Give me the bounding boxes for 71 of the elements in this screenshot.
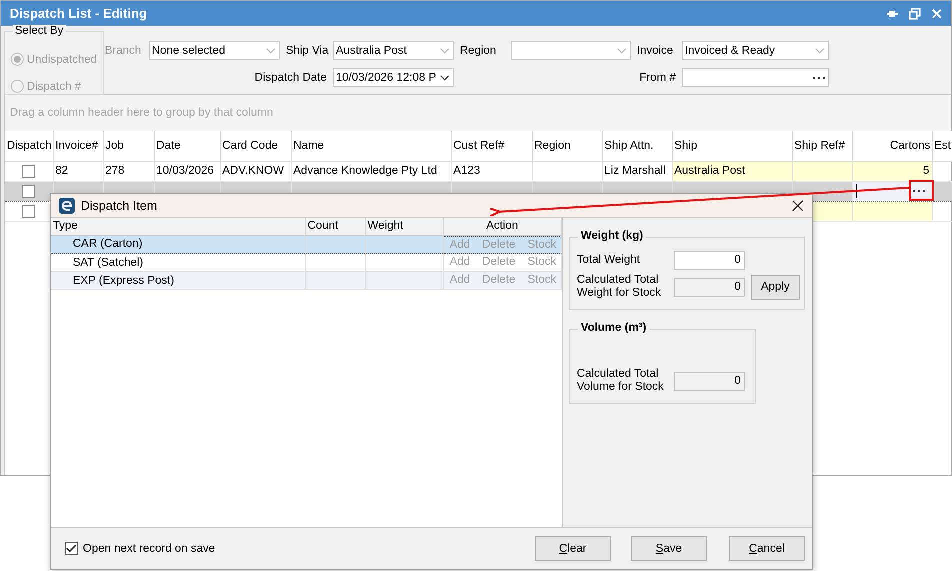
radio-label: Undispatched — [27, 54, 98, 66]
column-header[interactable]: Weight — [365, 218, 444, 235]
table-cell: ADV.KNOW — [220, 161, 291, 181]
dialog-button[interactable]: Clear — [535, 536, 611, 561]
field-label: Calculated Total Volume for Stock — [577, 368, 665, 394]
number-field[interactable]: 0 — [674, 278, 745, 296]
group-by-hint: Drag a column header here to group by that column — [10, 107, 274, 119]
column-header[interactable]: Date — [154, 131, 220, 161]
column-header[interactable]: Action — [443, 218, 562, 235]
column-header[interactable]: Invoice# — [53, 131, 103, 161]
dropdown-field[interactable] — [511, 41, 631, 60]
field-label: Invoice — [636, 44, 674, 56]
table-cell: 82 — [53, 161, 103, 181]
column-header[interactable]: Cust Ref# — [451, 131, 532, 161]
item-type: CAR (Carton) — [73, 238, 143, 250]
item-type: EXP (Express Post) — [73, 274, 174, 286]
group-title: Weight (kg) — [578, 230, 646, 242]
column-header[interactable]: Ship — [672, 131, 792, 161]
checkbox[interactable] — [22, 204, 36, 218]
column-header[interactable]: Type — [51, 218, 306, 235]
dialog-button[interactable]: Save — [631, 536, 707, 561]
column-header[interactable]: Region — [532, 131, 602, 161]
radio-label: Dispatch # — [27, 80, 82, 92]
column-header[interactable]: Ship Ref# — [792, 131, 852, 161]
grid-row[interactable]: 82 278 10/03/2026 ADV.KNOW Advance Knowledge Pty Ltd A123 Liz Marshall Australia Post 5 — [5, 161, 952, 181]
field-label: Region — [459, 44, 498, 56]
column-header[interactable]: Cartons — [852, 131, 932, 161]
column-header[interactable]: Name — [291, 131, 451, 161]
field-label: Dispatch Date — [254, 72, 328, 84]
window-title: Dispatch List - Editing — [10, 6, 148, 21]
field-label: Calculated Total Weight for Stock — [577, 274, 662, 300]
table-cell: 10/03/2026 — [154, 161, 220, 181]
field-label: Branch — [105, 44, 142, 56]
number-field[interactable]: 0 — [674, 251, 745, 270]
column-header[interactable]: Job — [103, 131, 154, 161]
dropdown-field[interactable]: Invoiced & Ready — [682, 41, 829, 60]
column-header[interactable]: Card Code — [220, 131, 291, 161]
table-cell: Advance Knowledge Pty Ltd — [291, 161, 451, 181]
field-label: Total Weight — [577, 254, 642, 267]
dropdown-field[interactable]: 10/03/2026 12:08 P — [333, 68, 454, 87]
ellipsis-icon[interactable] — [912, 189, 924, 193]
field-label: From # — [638, 72, 677, 84]
dialog-title: Dispatch Item — [81, 198, 158, 212]
column-header[interactable]: Dispatch — [5, 131, 53, 161]
dropdown-field[interactable]: Australia Post — [333, 41, 454, 60]
table-cell: 5 — [852, 161, 932, 181]
item-type: SAT (Satchel) — [73, 256, 144, 268]
checkbox[interactable] — [65, 542, 78, 555]
checkbox[interactable] — [22, 184, 36, 198]
number-field[interactable]: 0 — [674, 372, 745, 390]
ellipsis-icon[interactable] — [813, 76, 825, 80]
group-title: Select By — [13, 25, 66, 37]
field-label: Ship Via — [285, 44, 330, 56]
dialog-button[interactable]: Cancel — [729, 536, 805, 561]
table-cell: A123 — [451, 161, 532, 181]
app-icon — [59, 198, 75, 214]
checkbox-label: Open next record on save — [83, 542, 216, 554]
apply-button[interactable]: Apply — [751, 274, 800, 300]
table-cell: Australia Post — [672, 161, 792, 181]
column-header[interactable]: Est — [932, 131, 952, 161]
checkbox[interactable] — [22, 164, 36, 178]
highlight-box — [909, 180, 934, 201]
table-cell: 278 — [103, 161, 154, 181]
column-header[interactable]: Count — [305, 218, 366, 235]
group-title: Volume (m³) — [578, 322, 650, 334]
column-header[interactable]: Ship Attn. — [602, 131, 672, 161]
chevron-down-icon[interactable] — [440, 74, 450, 80]
restore-icon[interactable] — [909, 8, 921, 20]
lookup-field[interactable] — [682, 68, 829, 87]
close-icon[interactable] — [792, 200, 804, 212]
table-cell: Liz Marshall — [602, 161, 672, 181]
